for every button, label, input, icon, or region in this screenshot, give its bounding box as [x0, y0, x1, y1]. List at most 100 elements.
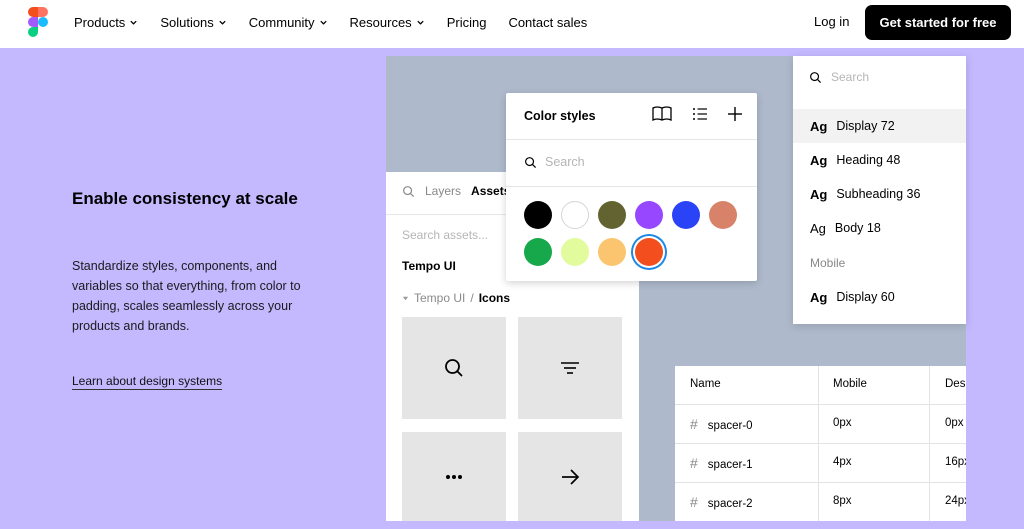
text-style-search-input[interactable]: Search	[809, 70, 869, 84]
color-styles-panel: Color styles Search	[506, 93, 757, 281]
text-style-subheading-36[interactable]: Ag Subheading 36	[793, 177, 966, 211]
table-cell-desktop[interactable]: 24px	[945, 495, 966, 507]
chevron-down-icon	[319, 20, 327, 25]
breadcrumb-separator: /	[470, 291, 474, 305]
nav-products[interactable]: Products	[74, 15, 138, 30]
nav-community[interactable]: Community	[249, 15, 328, 30]
nav-resources-label: Resources	[349, 14, 412, 30]
caret-down-icon	[402, 296, 409, 300]
text-style-body-18[interactable]: Ag Body 18	[793, 211, 966, 245]
arrow-right-icon	[562, 468, 580, 485]
get-started-button[interactable]: Get started for free	[865, 5, 1011, 40]
text-style-preview: Ag	[810, 220, 826, 236]
login-link[interactable]: Log in	[814, 14, 849, 29]
chevron-down-icon	[417, 20, 424, 25]
color-swatch[interactable]	[672, 201, 700, 229]
color-search-placeholder: Search	[545, 155, 585, 169]
section-headline: Enable consistency at scale	[72, 189, 298, 208]
column-header-name[interactable]: Name	[690, 378, 721, 390]
table-row-name[interactable]: # spacer-2	[690, 494, 753, 510]
nav-pricing-label: Pricing	[446, 14, 487, 30]
nav-contact-sales[interactable]: Contact sales	[508, 15, 587, 30]
breadcrumb-current: Icons	[478, 291, 511, 305]
column-header-desktop[interactable]: Desktop	[945, 378, 966, 390]
search-icon	[525, 156, 537, 168]
more-icon	[446, 474, 462, 479]
search-icon	[445, 359, 463, 377]
variable-name: spacer-0	[707, 420, 753, 432]
breadcrumb-parent: Tempo UI	[414, 291, 466, 305]
text-style-section-label: Mobile	[810, 256, 846, 270]
row-divider	[675, 443, 966, 444]
asset-tile-more[interactable]	[402, 432, 506, 521]
nav-contact-sales-label: Contact sales	[508, 14, 588, 30]
variable-name: spacer-1	[707, 459, 753, 471]
table-row-name[interactable]: # spacer-1	[690, 455, 753, 471]
color-swatch[interactable]	[524, 201, 552, 229]
table-cell-desktop[interactable]: 0px	[945, 417, 964, 429]
chevron-down-icon	[130, 20, 137, 25]
color-swatch[interactable]	[524, 238, 552, 266]
library-name[interactable]: Tempo UI	[402, 259, 456, 273]
hash-icon: #	[690, 455, 698, 471]
nav-solutions-label: Solutions	[160, 14, 214, 30]
text-style-preview: Ag	[810, 118, 828, 134]
text-style-preview: Ag	[810, 186, 828, 202]
text-style-preview: Ag	[810, 152, 828, 168]
color-swatch[interactable]	[635, 238, 663, 266]
nav-resources[interactable]: Resources	[350, 15, 425, 30]
column-header-mobile[interactable]: Mobile	[833, 378, 867, 390]
text-style-display-72[interactable]: Ag Display 72	[793, 109, 966, 143]
text-style-heading-48[interactable]: Ag Heading 48	[793, 143, 966, 177]
table-cell-desktop[interactable]: 16px	[945, 456, 966, 468]
tab-assets[interactable]: Assets	[471, 184, 510, 198]
asset-tile-search[interactable]	[402, 317, 506, 419]
table-cell-mobile[interactable]: 0px	[833, 417, 852, 429]
top-navigation: Products Solutions Community Resources P…	[0, 0, 1024, 48]
table-cell-mobile[interactable]: 8px	[833, 495, 852, 507]
text-style-label: Body 18	[834, 221, 881, 235]
row-divider	[675, 482, 966, 483]
color-swatch[interactable]	[635, 201, 663, 229]
text-style-label: Display 72	[836, 119, 895, 133]
plus-icon[interactable]	[727, 106, 743, 122]
section-body: Standardize styles, components, and vari…	[72, 259, 301, 333]
asset-tile-filter[interactable]	[518, 317, 622, 419]
color-search-input[interactable]: Search	[524, 155, 585, 169]
text-style-mobile-display-60[interactable]: Ag Display 60	[793, 280, 966, 314]
color-swatch[interactable]	[709, 201, 737, 229]
table-row-name[interactable]: # spacer-0	[690, 416, 753, 432]
list-icon[interactable]	[691, 105, 709, 123]
asset-tile-arrow-right[interactable]	[518, 432, 622, 521]
assets-tabs: Layers Assets	[402, 184, 510, 198]
text-style-label: Heading 48	[836, 153, 901, 167]
nav-solutions[interactable]: Solutions	[160, 15, 226, 30]
filter-icon	[561, 362, 579, 374]
text-styles-panel: Search Ag Display 72 Ag Heading 48 Ag Su…	[793, 56, 966, 324]
color-swatch[interactable]	[561, 238, 589, 266]
color-swatch[interactable]	[561, 201, 589, 229]
search-icon	[810, 71, 822, 83]
table-cell-mobile[interactable]: 4px	[833, 456, 852, 468]
book-icon[interactable]	[651, 105, 673, 123]
library-breadcrumb[interactable]: Tempo UI / Icons	[402, 291, 510, 305]
text-style-label: Display 60	[836, 290, 895, 304]
hash-icon: #	[690, 494, 698, 510]
row-divider	[675, 404, 966, 405]
learn-design-systems-link[interactable]: Learn about design systems	[72, 374, 223, 390]
hash-icon: #	[690, 416, 698, 432]
divider	[506, 186, 757, 187]
text-style-search-placeholder: Search	[831, 70, 870, 84]
variable-name: spacer-2	[707, 498, 753, 510]
nav-products-label: Products	[74, 14, 126, 30]
text-style-preview: Ag	[810, 289, 828, 305]
nav-community-label: Community	[248, 14, 315, 30]
assets-search-input[interactable]: Search assets...	[402, 228, 488, 242]
nav-pricing[interactable]: Pricing	[447, 15, 487, 30]
figma-logo-icon[interactable]	[28, 7, 48, 37]
color-swatch[interactable]	[598, 238, 626, 266]
color-swatch[interactable]	[598, 201, 626, 229]
color-styles-toolbar	[651, 105, 743, 123]
tab-layers[interactable]: Layers	[425, 184, 461, 198]
divider	[506, 139, 757, 140]
